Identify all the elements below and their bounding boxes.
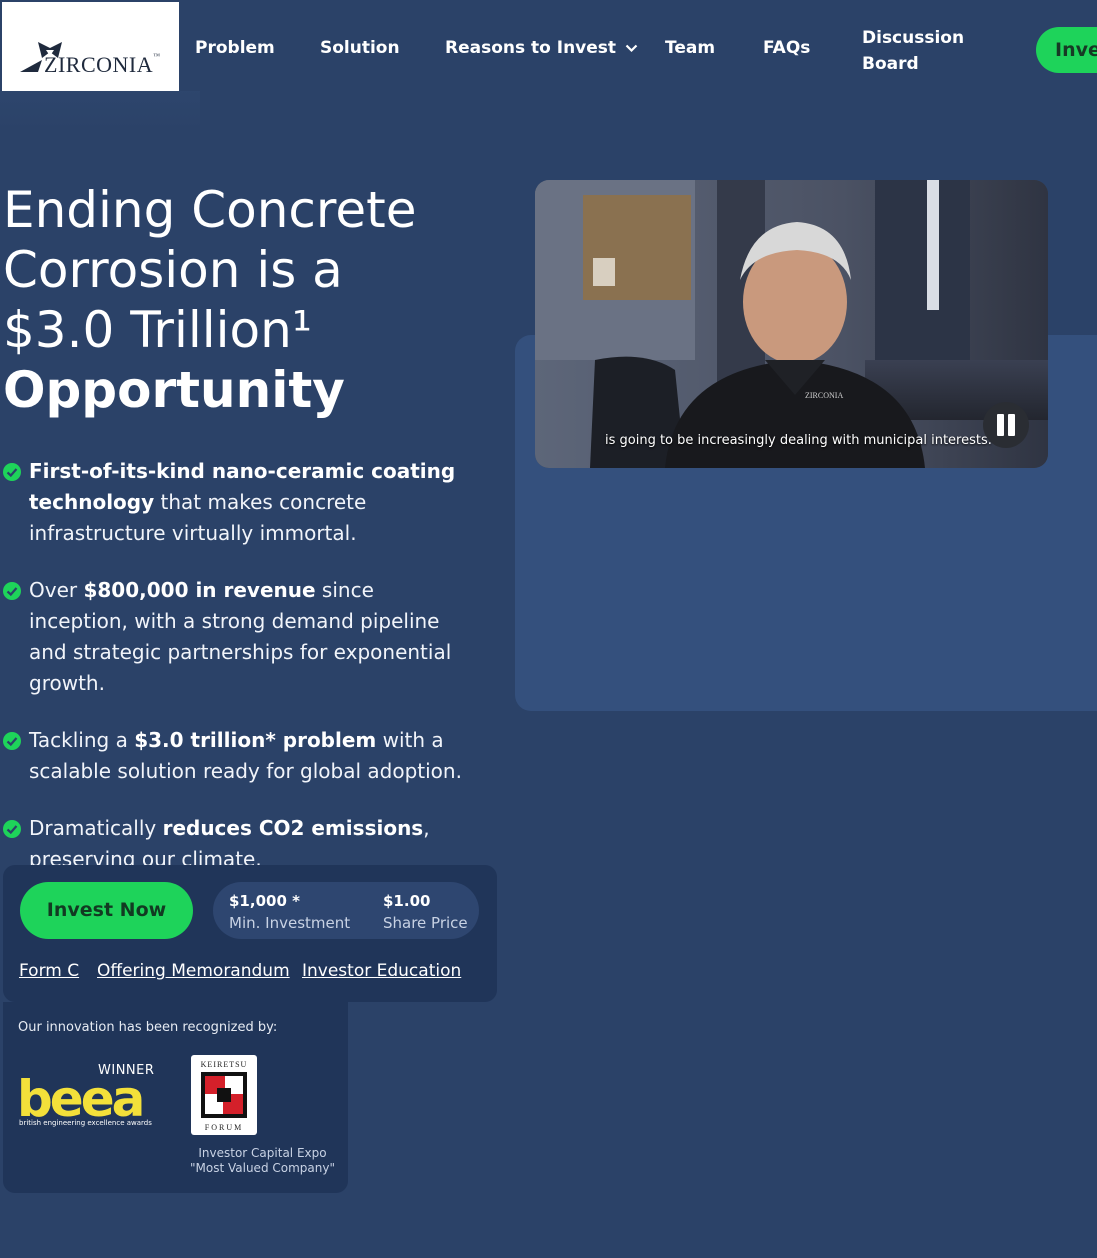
beea-subtitle: british engineering excellence awards	[19, 1119, 152, 1127]
form-c-link[interactable]: Form C	[19, 961, 79, 981]
feature-highlight: $800,000 in revenue	[83, 578, 316, 602]
headline-line1: Ending Concrete	[3, 181, 417, 239]
forum-label: FORUM	[204, 1123, 244, 1132]
awards-title: Our innovation has been recognized by:	[18, 1020, 278, 1035]
keiretsu-caption: Investor Capital Expo "Most Valued Compa…	[190, 1146, 335, 1176]
nav-team[interactable]: Team	[665, 38, 715, 58]
min-investment: $1,000 * Min. Investment	[229, 891, 350, 935]
feature-item: First-of-its-kind nano-ceramic coating t…	[3, 456, 473, 549]
shirt-logo: ZIRCONIA	[805, 391, 843, 400]
feature-item: Over $800,000 in revenue since inception…	[3, 575, 473, 699]
investment-stats: $1,000 * Min. Investment $1.00 Share Pri…	[213, 882, 479, 939]
pause-button[interactable]	[983, 402, 1029, 448]
video-player[interactable]: ZIRCONIA is going to be increasingly dea…	[535, 180, 1048, 468]
check-circle-icon	[3, 732, 21, 750]
video-caption: is going to be increasingly dealing with…	[605, 433, 992, 448]
feature-text: Tackling a	[29, 728, 135, 752]
invest-now-button[interactable]: Invest Now	[20, 882, 193, 939]
offering-memorandum-link[interactable]: Offering Memorandum	[97, 961, 290, 981]
chevron-down-icon	[625, 44, 638, 52]
brand-logo[interactable]: ZIRCONIA™	[2, 2, 179, 91]
nav-solution[interactable]: Solution	[320, 38, 400, 58]
headline-bold: Opportunity	[3, 361, 345, 419]
invest-card: Invest Now $1,000 * Min. Investment $1.0…	[3, 865, 497, 1002]
keiretsu-caption-line2: "Most Valued Company"	[190, 1161, 335, 1175]
brand-name: ZIRCONIA™	[44, 52, 161, 77]
nav-reasons-to-invest[interactable]: Reasons to Invest	[445, 38, 638, 58]
nav-problem[interactable]: Problem	[195, 38, 275, 58]
pause-icon	[997, 414, 1004, 436]
keiretsu-caption-line1: Investor Capital Expo	[198, 1146, 327, 1160]
feature-text: Over	[29, 578, 84, 602]
share-price-value: $1.00	[383, 892, 431, 910]
nav-shadow	[0, 91, 200, 131]
nav-invest-button[interactable]: Inve	[1036, 27, 1097, 73]
feature-highlight: reduces CO2 emissions	[162, 816, 424, 840]
min-investment-value: $1,000 *	[229, 892, 300, 910]
check-circle-icon	[3, 582, 21, 600]
nav-faqs[interactable]: FAQs	[763, 38, 810, 58]
check-circle-icon	[3, 463, 21, 481]
nav-reasons-label: Reasons to Invest	[445, 38, 617, 58]
keiretsu-label: KEIRETSU	[200, 1060, 248, 1069]
share-price: $1.00 Share Price	[383, 891, 468, 935]
share-price-label: Share Price	[383, 914, 468, 932]
nav-discussion-line2: Board	[862, 54, 919, 74]
hero-headline: Ending Concrete Corrosion is a $3.0 Tril…	[3, 180, 417, 420]
nav-discussion-board[interactable]: Discussion Board	[862, 25, 964, 77]
feature-highlight: $3.0 trillion* problem	[134, 728, 377, 752]
feature-list: First-of-its-kind nano-ceramic coating t…	[3, 456, 473, 901]
keiretsu-mark-icon	[201, 1072, 247, 1118]
keiretsu-forum-logo: KEIRETSU FORUM	[191, 1055, 257, 1135]
pause-icon	[1008, 414, 1015, 436]
video-frame: ZIRCONIA	[535, 180, 1048, 468]
check-circle-icon	[3, 820, 21, 838]
headline-line2: Corrosion is a	[3, 241, 343, 299]
headline-line3: $3.0 Trillion¹	[3, 301, 312, 359]
nav-discussion-line1: Discussion	[862, 28, 965, 48]
feature-item: Tackling a $3.0 trillion* problem with a…	[3, 725, 473, 787]
investor-education-link[interactable]: Investor Education	[302, 961, 461, 981]
feature-text: Dramatically	[29, 816, 163, 840]
awards-panel: Our innovation has been recognized by: W…	[3, 1002, 348, 1193]
min-investment-label: Min. Investment	[229, 914, 351, 932]
